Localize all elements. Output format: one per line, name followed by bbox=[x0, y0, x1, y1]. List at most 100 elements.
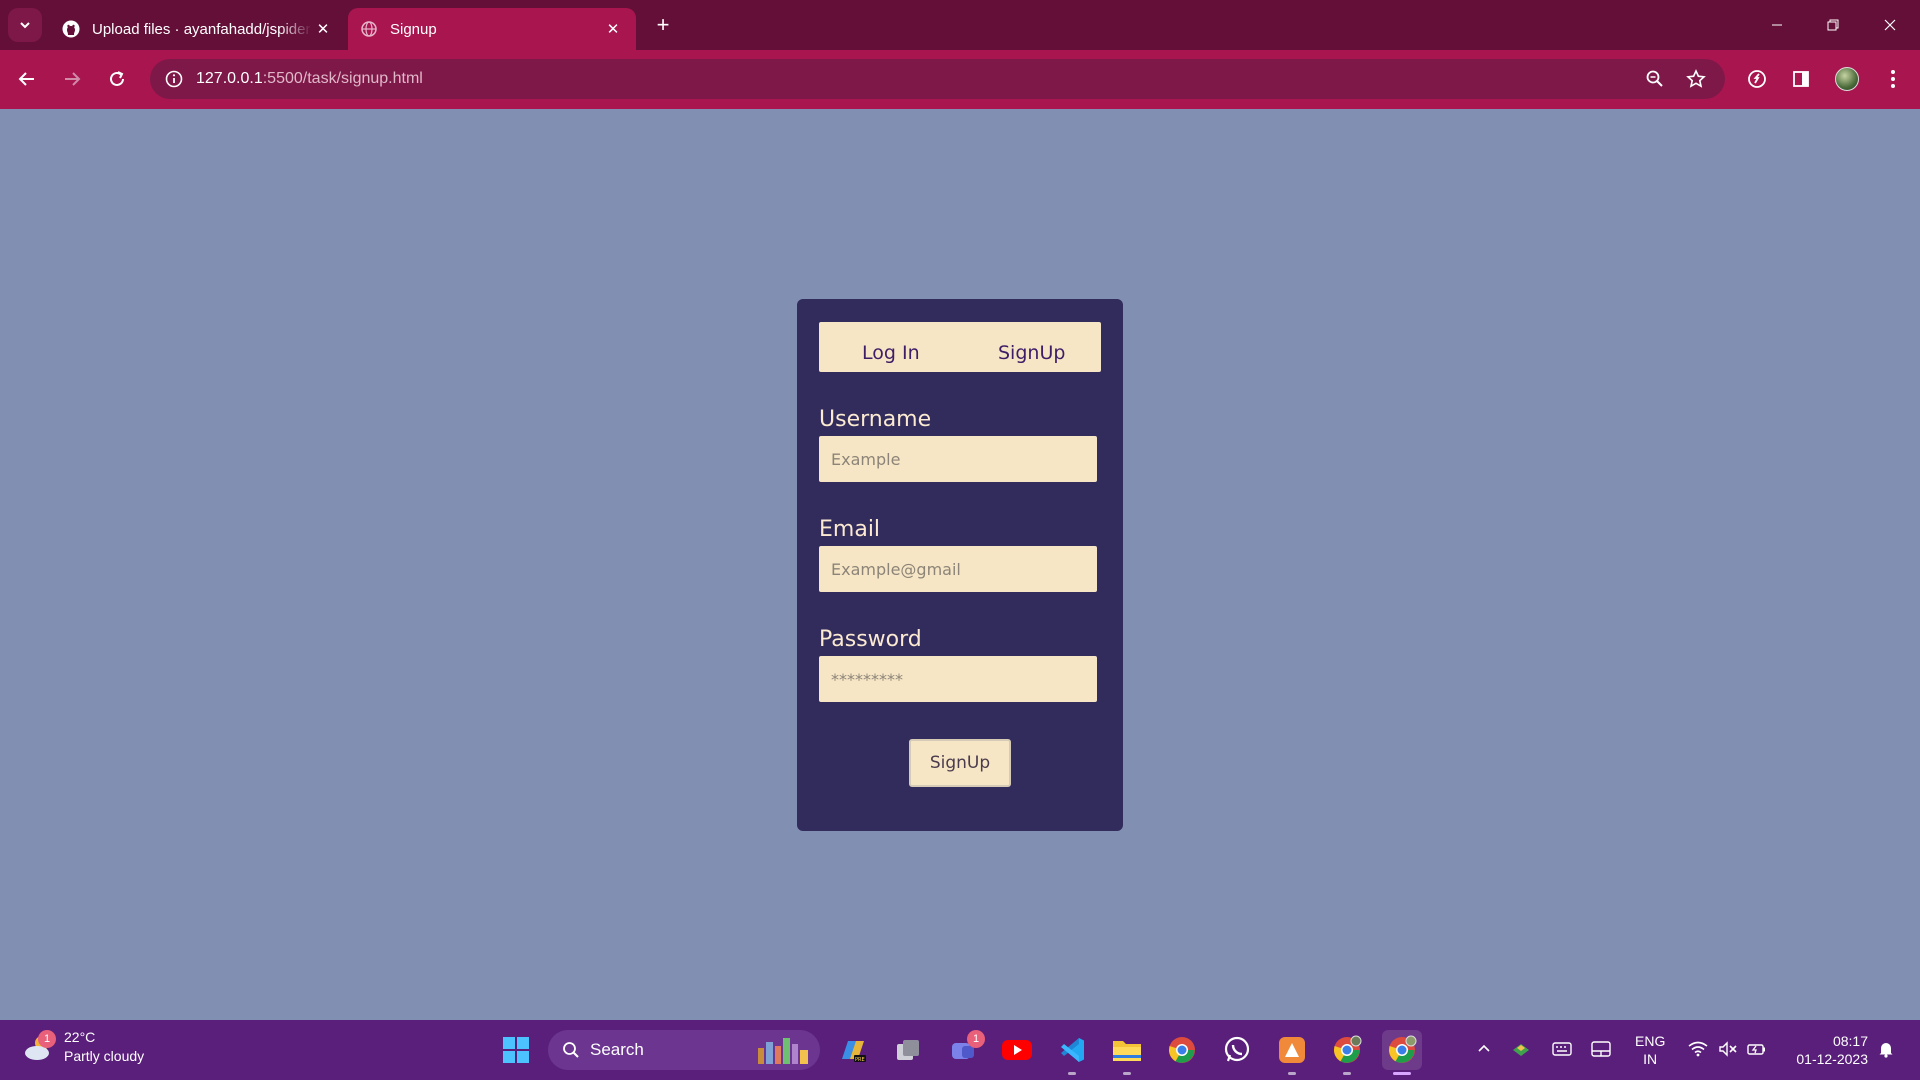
extension-icon bbox=[1748, 70, 1766, 88]
language-region: IN bbox=[1643, 1051, 1658, 1067]
tab-search-button[interactable] bbox=[8, 8, 42, 42]
clock-date: 01-12-2023 bbox=[1796, 1051, 1868, 1067]
clock-time: 08:17 bbox=[1832, 1033, 1868, 1049]
taskbar-vscode[interactable] bbox=[1052, 1030, 1092, 1075]
search-label: Search bbox=[590, 1040, 644, 1059]
copilot-icon: PRE bbox=[842, 1041, 866, 1063]
active-indicator bbox=[1393, 1072, 1411, 1075]
task-view-icon bbox=[897, 1040, 919, 1060]
language-code: ENG bbox=[1635, 1033, 1666, 1049]
browser-tab-strip: Upload files · ayanfahadd/jspider ✕ Sign… bbox=[0, 0, 1920, 50]
chevron-up-icon bbox=[1478, 1044, 1490, 1052]
taskbar-app-orange[interactable] bbox=[1272, 1030, 1312, 1075]
site-info-icon[interactable] bbox=[154, 59, 194, 99]
arrow-right-icon bbox=[65, 72, 81, 86]
search-icon bbox=[563, 1042, 579, 1058]
partly-cloudy-icon: 1 bbox=[22, 1030, 56, 1062]
weather-temp: 22°C bbox=[64, 1029, 96, 1045]
taskbar-whatsapp[interactable] bbox=[1217, 1030, 1257, 1070]
email-input[interactable] bbox=[819, 546, 1097, 592]
start-button[interactable] bbox=[496, 1030, 536, 1070]
taskbar-teams[interactable]: 1 bbox=[943, 1030, 985, 1070]
close-icon[interactable]: ✕ bbox=[602, 18, 624, 40]
close-icon[interactable]: ✕ bbox=[312, 18, 334, 40]
username-label: Username bbox=[819, 407, 932, 432]
tab-signup[interactable]: SignUp bbox=[998, 342, 1065, 364]
avatar bbox=[1835, 67, 1859, 91]
running-indicator bbox=[1068, 1072, 1076, 1075]
running-indicator bbox=[1343, 1072, 1351, 1075]
tab-signup[interactable]: Signup ✕ bbox=[348, 8, 636, 50]
show-hidden-icons-button[interactable] bbox=[1472, 1034, 1496, 1064]
tray-app-icon[interactable] bbox=[1508, 1034, 1534, 1064]
language-indicator[interactable]: ENG IN bbox=[1635, 1032, 1665, 1068]
taskbar-youtube[interactable] bbox=[997, 1030, 1037, 1070]
close-icon bbox=[1884, 19, 1896, 31]
taskbar-chrome-profile-1[interactable] bbox=[1327, 1030, 1367, 1075]
password-input[interactable] bbox=[819, 656, 1097, 702]
volume-muted-icon[interactable] bbox=[1716, 1034, 1740, 1064]
chevron-down-icon bbox=[20, 22, 30, 29]
windows-logo-icon bbox=[503, 1037, 529, 1063]
windows-taskbar: 1 22°C Partly cloudy Search PRE 1 ENG IN… bbox=[0, 1020, 1920, 1080]
more-vertical-icon bbox=[1891, 70, 1895, 88]
signup-submit-button[interactable]: SignUp bbox=[909, 739, 1011, 787]
battery-icon[interactable] bbox=[1745, 1034, 1769, 1064]
side-panel-icon bbox=[1793, 71, 1809, 87]
back-button[interactable] bbox=[10, 62, 44, 96]
taskbar-copilot[interactable]: PRE bbox=[833, 1030, 873, 1070]
reload-icon bbox=[110, 71, 124, 86]
tab-login[interactable]: Log In bbox=[862, 342, 920, 364]
chrome-icon bbox=[1388, 1035, 1417, 1063]
email-label: Email bbox=[819, 517, 881, 542]
chrome-icon bbox=[1333, 1035, 1362, 1063]
side-panel-button[interactable] bbox=[1784, 62, 1818, 96]
running-indicator bbox=[1288, 1072, 1296, 1075]
weather-desc: Partly cloudy bbox=[64, 1048, 145, 1064]
url-path: :5500/task/signup.html bbox=[262, 70, 423, 87]
profile-button[interactable] bbox=[1830, 62, 1864, 96]
tab-upload-files[interactable]: Upload files · ayanfahadd/jspider ✕ bbox=[50, 8, 346, 50]
username-input[interactable] bbox=[819, 436, 1097, 482]
chrome-icon bbox=[1168, 1037, 1195, 1063]
taskbar-task-view[interactable] bbox=[888, 1030, 928, 1070]
auth-tab-bar: Log In SignUp bbox=[819, 322, 1101, 372]
taskbar-chrome-profile-2[interactable] bbox=[1382, 1030, 1422, 1075]
arrow-left-icon bbox=[18, 72, 34, 86]
notification-bell-icon[interactable] bbox=[1874, 1034, 1898, 1064]
restore-button[interactable] bbox=[1813, 8, 1853, 42]
minimize-icon bbox=[1772, 24, 1782, 26]
close-window-button[interactable] bbox=[1870, 8, 1910, 42]
weather-widget[interactable]: 1 22°C Partly cloudy bbox=[22, 1028, 144, 1066]
youtube-icon bbox=[1002, 1040, 1032, 1060]
address-bar[interactable]: 127.0.0.1:5500/task/signup.html bbox=[150, 59, 1725, 99]
new-tab-button[interactable]: + bbox=[650, 12, 676, 38]
extension-button[interactable] bbox=[1740, 62, 1774, 96]
teams-badge: 1 bbox=[967, 1030, 985, 1048]
forward-button[interactable] bbox=[55, 62, 89, 96]
touchpad-icon[interactable] bbox=[1588, 1034, 1614, 1064]
taskbar-chrome[interactable] bbox=[1162, 1030, 1202, 1070]
weather-badge: 1 bbox=[38, 1030, 56, 1048]
taskbar-search[interactable]: Search bbox=[548, 1030, 820, 1070]
password-label: Password bbox=[819, 627, 922, 652]
url-text: 127.0.0.1:5500/task/signup.html bbox=[196, 70, 423, 88]
vscode-icon bbox=[1061, 1038, 1084, 1062]
url-host: 127.0.0.1 bbox=[196, 70, 263, 87]
keyboard-icon[interactable] bbox=[1549, 1034, 1575, 1064]
reload-button[interactable] bbox=[100, 62, 134, 96]
svg-text:PRE: PRE bbox=[855, 1057, 865, 1063]
browser-menu-button[interactable] bbox=[1876, 62, 1910, 96]
taskbar-file-explorer[interactable] bbox=[1107, 1030, 1147, 1075]
running-indicator bbox=[1123, 1072, 1131, 1075]
tab-title: Signup bbox=[390, 20, 437, 38]
folder-icon bbox=[1113, 1041, 1141, 1061]
minimize-button[interactable] bbox=[1757, 8, 1797, 42]
wifi-icon[interactable] bbox=[1686, 1034, 1710, 1064]
zoom-icon[interactable] bbox=[1641, 65, 1669, 93]
clock[interactable]: 08:17 01-12-2023 bbox=[1788, 1032, 1868, 1068]
bookmark-star-icon[interactable] bbox=[1682, 65, 1710, 93]
search-highlight-icon bbox=[758, 1038, 808, 1064]
browser-toolbar: 127.0.0.1:5500/task/signup.html bbox=[0, 50, 1920, 109]
tab-title: Upload files · ayanfahadd/jspider bbox=[92, 20, 311, 38]
